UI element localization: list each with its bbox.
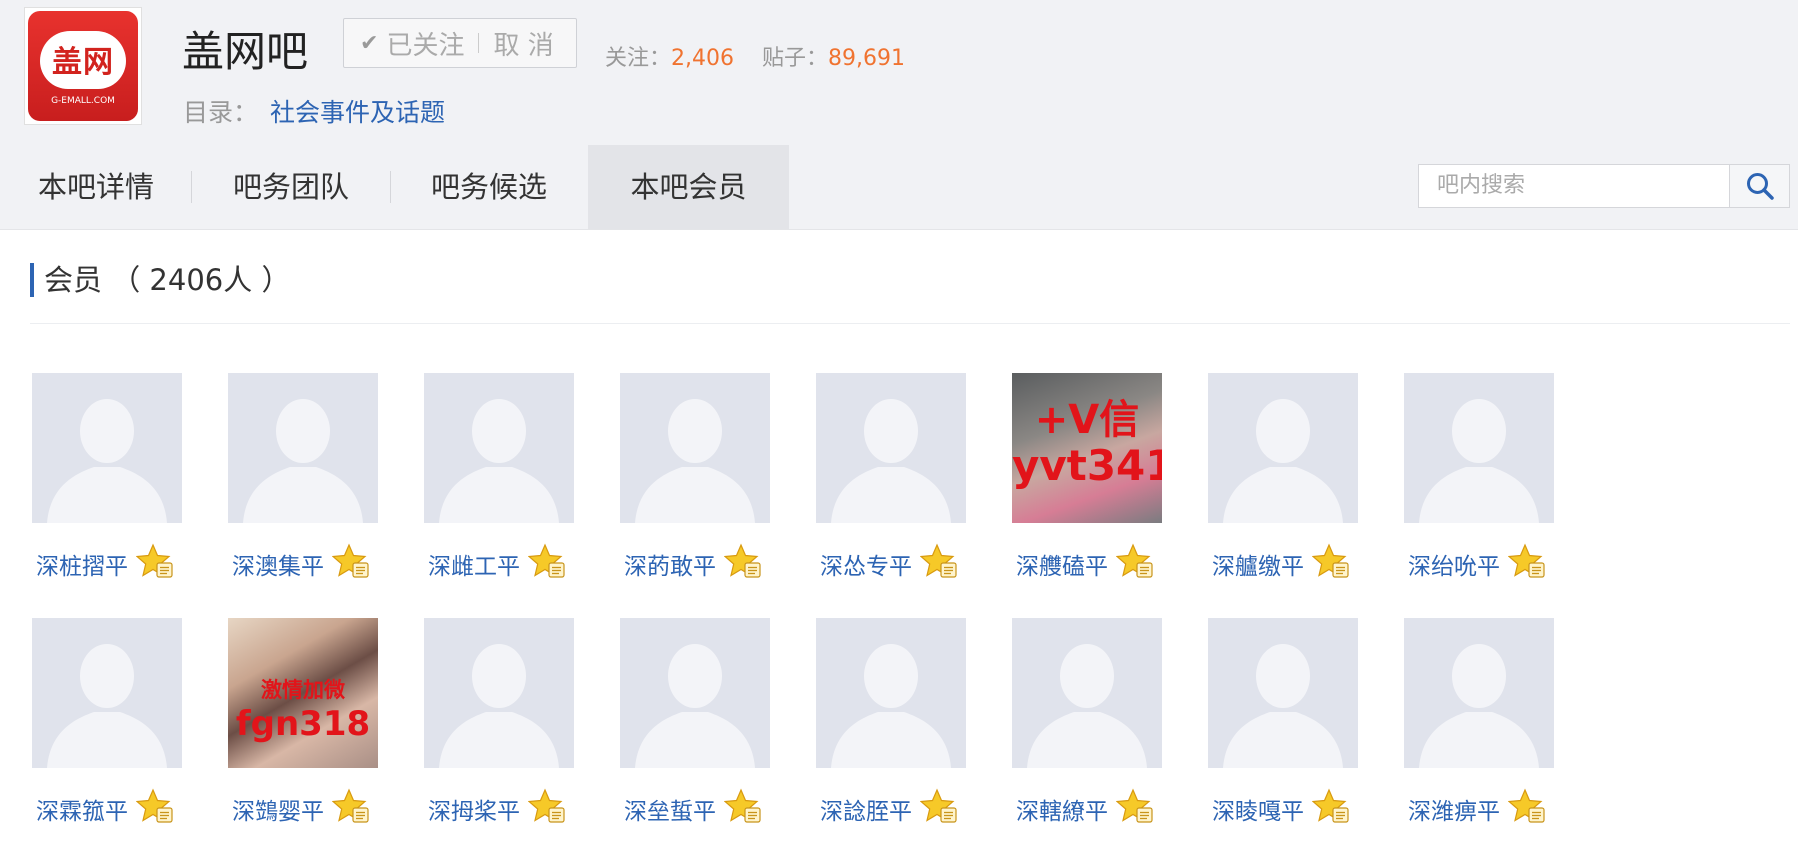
member-card[interactable]: 深艫缴平 [1206, 373, 1376, 593]
catalog-label: 目录： [183, 98, 259, 127]
member-name[interactable]: 深轄繚平 [1016, 792, 1108, 826]
logo-badge: 盖网 G-EMALL.COM [28, 11, 138, 121]
member-name[interactable]: 深怂专平 [820, 547, 912, 581]
member-level-star-icon [1311, 543, 1350, 581]
members-section-title: 会员 （ 2406人 ） [30, 263, 290, 297]
member-name[interactable]: 深桩摺平 [36, 547, 128, 581]
member-level-star-icon [331, 788, 370, 826]
member-name[interactable]: 深绐吮平 [1408, 547, 1500, 581]
post-count-label: 贴子： [762, 46, 829, 71]
search-button[interactable] [1730, 164, 1790, 208]
member-card[interactable]: 深澳集平 [226, 373, 396, 593]
member-card[interactable]: 激情加微 fgn318 深鷑婴平 [226, 618, 396, 838]
member-card[interactable]: 深霖箛平 [30, 618, 200, 838]
member-avatar[interactable] [424, 373, 574, 523]
search-icon [1746, 173, 1774, 200]
member-avatar[interactable] [816, 373, 966, 523]
member-name[interactable]: 深潍痹平 [1408, 792, 1500, 826]
member-card[interactable]: 深垒蜇平 [618, 618, 788, 838]
member-level-star-icon [919, 543, 958, 581]
follow-count-label: 关注： [605, 46, 672, 71]
member-card[interactable]: 深菂敢平 [618, 373, 788, 593]
member-level-star-icon [1115, 543, 1154, 581]
member-name[interactable]: 深諗胵平 [820, 792, 912, 826]
member-avatar[interactable]: 激情加微 fgn318 [228, 618, 378, 768]
member-avatar[interactable] [816, 618, 966, 768]
logo-subtext: G-EMALL.COM [51, 96, 115, 106]
member-avatar[interactable] [620, 373, 770, 523]
member-avatar[interactable] [1404, 373, 1554, 523]
member-level-star-icon [1115, 788, 1154, 826]
unfollow-button[interactable]: 取 消 [493, 25, 553, 62]
tab-forum-details[interactable]: 本吧详情 [0, 145, 192, 229]
post-count: 89,691 [828, 46, 905, 71]
logo-text: 盖网 [52, 45, 114, 80]
tab-admin-team[interactable]: 吧务团队 [192, 145, 390, 229]
member-avatar[interactable] [32, 618, 182, 768]
member-card[interactable]: 深绐吮平 [1402, 373, 1572, 593]
member-level-star-icon [135, 543, 174, 581]
member-card[interactable]: 深雌工平 [422, 373, 592, 593]
follow-divider [478, 33, 480, 53]
member-avatar[interactable] [424, 618, 574, 768]
member-level-star-icon [1507, 543, 1546, 581]
member-name[interactable]: 深菂敢平 [624, 547, 716, 581]
avatar-overlay-text: yvt341 [1012, 441, 1162, 490]
member-level-star-icon [919, 788, 958, 826]
member-name[interactable]: 深艫缴平 [1212, 547, 1304, 581]
tab-admin-candidates[interactable]: 吧务候选 [390, 145, 588, 229]
tab-members[interactable]: 本吧会员 [588, 145, 789, 229]
section-divider [30, 323, 1790, 324]
member-card[interactable]: 深睖嘎平 [1206, 618, 1376, 838]
forum-search-input[interactable]: 吧内搜索 [1418, 164, 1730, 208]
member-name[interactable]: 深鷑婴平 [232, 792, 324, 826]
member-name[interactable]: 深澳集平 [232, 547, 324, 581]
member-card[interactable]: 深拇桨平 [422, 618, 592, 838]
member-avatar[interactable]: +V信 yvt341 [1012, 373, 1162, 523]
member-name[interactable]: 深艭磕平 [1016, 547, 1108, 581]
catalog: 目录： 社会事件及话题 [183, 93, 445, 129]
member-name[interactable]: 深雌工平 [428, 547, 520, 581]
forum-logo[interactable]: 盖网 G-EMALL.COM [24, 7, 142, 125]
avatar-overlay-text: 激情加微 [261, 678, 345, 702]
catalog-link[interactable]: 社会事件及话题 [270, 98, 445, 127]
member-avatar[interactable] [1208, 618, 1358, 768]
member-level-star-icon [527, 543, 566, 581]
member-avatar[interactable] [228, 373, 378, 523]
member-level-star-icon [723, 788, 762, 826]
member-name[interactable]: 深霖箛平 [36, 792, 128, 826]
member-level-star-icon [135, 788, 174, 826]
forum-header: 盖网 G-EMALL.COM 盖网吧 ✔ 已关注 取 消 关注：2,406 贴子：… [0, 0, 1798, 146]
member-name[interactable]: 深垒蜇平 [624, 792, 716, 826]
member-level-star-icon [1507, 788, 1546, 826]
follow-status-button[interactable]: ✔ 已关注 取 消 [343, 18, 577, 68]
member-level-star-icon [1311, 788, 1350, 826]
member-card[interactable]: +V信 yvt341 深艭磕平 [1010, 373, 1180, 593]
avatar-overlay-text: +V信 [1034, 397, 1140, 443]
member-card[interactable]: 深諗胵平 [814, 618, 984, 838]
member-level-star-icon [527, 788, 566, 826]
forum-name[interactable]: 盖网吧 [182, 18, 308, 79]
avatar-overlay-text: fgn318 [235, 704, 371, 744]
member-name[interactable]: 深睖嘎平 [1212, 792, 1304, 826]
member-card[interactable]: 深怂专平 [814, 373, 984, 593]
forum-stats: 关注：2,406 贴子：89,691 [605, 40, 905, 72]
followed-label: 已关注 [386, 30, 465, 61]
member-level-star-icon [331, 543, 370, 581]
member-level-star-icon [723, 543, 762, 581]
member-card[interactable]: 深桩摺平 [30, 373, 200, 593]
member-card[interactable]: 深潍痹平 [1402, 618, 1572, 838]
member-card[interactable]: 深轄繚平 [1010, 618, 1180, 838]
follow-count: 2,406 [671, 46, 734, 71]
member-avatar[interactable] [1012, 618, 1162, 768]
member-avatar[interactable] [620, 618, 770, 768]
member-avatar[interactable] [32, 373, 182, 523]
member-avatar[interactable] [1208, 373, 1358, 523]
check-icon: ✔ [360, 30, 379, 56]
member-avatar[interactable] [1404, 618, 1554, 768]
member-name[interactable]: 深拇桨平 [428, 792, 520, 826]
